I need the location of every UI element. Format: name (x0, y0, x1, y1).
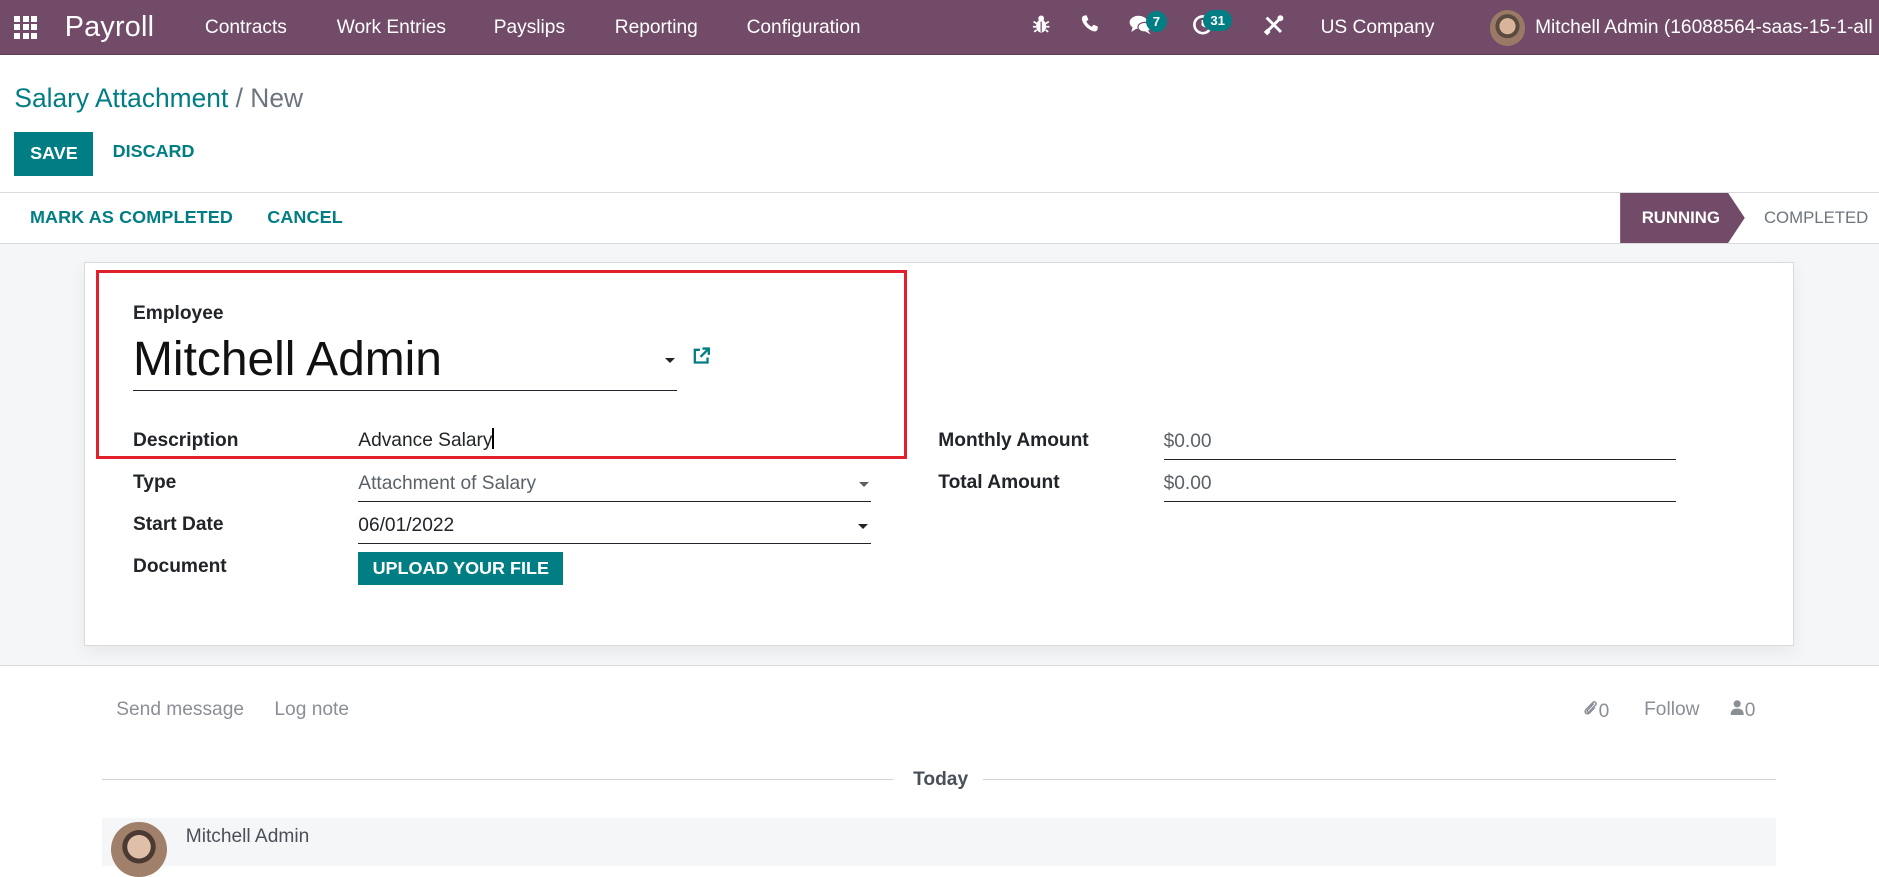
menu-contracts[interactable]: Contracts (205, 17, 287, 39)
breadcrumb: Salary Attachment / New (14, 83, 303, 114)
attachments-count: 0 (1598, 700, 1610, 722)
total-amount-value: $0.00 (1163, 472, 1212, 494)
description-input[interactable]: Advance Salary (358, 427, 872, 459)
status-bar: MARK AS COMPLETED CANCEL RUNNING COMPLET… (0, 191, 1879, 245)
breadcrumb-separator: / (235, 82, 243, 113)
monthly-amount-value: $0.00 (1163, 430, 1212, 452)
employee-field[interactable]: Mitchell Admin (133, 331, 678, 391)
user-avatar[interactable] (1489, 9, 1526, 46)
employee-label: Employee (133, 303, 224, 325)
date-separator: Today (913, 769, 969, 791)
follow-button[interactable]: Follow (1644, 699, 1699, 721)
document-label: Document (133, 556, 227, 578)
paperclip-icon (1582, 700, 1599, 722)
messages-count-badge: 7 (1145, 10, 1168, 33)
breadcrumb-salary-attachment[interactable]: Salary Attachment (14, 83, 228, 113)
monthly-amount-input[interactable]: $0.00 (1163, 428, 1677, 461)
external-link-icon[interactable] (691, 346, 711, 366)
bug-icon[interactable] (1031, 14, 1051, 42)
menu-payslips[interactable]: Payslips (494, 17, 565, 39)
mark-as-completed-button[interactable]: MARK AS COMPLETED (30, 207, 233, 228)
date-separator-line-right (982, 778, 1776, 781)
monthly-amount-label: Monthly Amount (938, 430, 1089, 452)
start-date-label: Start Date (133, 514, 224, 536)
menu-configuration[interactable]: Configuration (747, 17, 861, 39)
total-amount-input[interactable]: $0.00 (1163, 470, 1677, 503)
app-brand[interactable]: Payroll (65, 11, 155, 44)
type-label: Type (133, 472, 177, 494)
company-switcher[interactable]: US Company (1321, 17, 1435, 39)
employee-value: Mitchell Admin (133, 332, 442, 386)
description-value: Advance Salary (358, 429, 493, 451)
total-amount-label: Total Amount (938, 472, 1060, 494)
user-menu[interactable]: Mitchell Admin (16088564-saas-15-1-all (1535, 17, 1873, 39)
breadcrumb-current: New (250, 82, 304, 113)
employee-dropdown-icon[interactable] (665, 358, 676, 364)
attachments-button[interactable]: 0 (1582, 699, 1609, 723)
menu-work-entries[interactable]: Work Entries (337, 17, 446, 39)
stage-completed[interactable]: COMPLETED (1764, 208, 1868, 228)
description-label: Description (133, 430, 239, 452)
date-separator-line-left (101, 778, 893, 781)
cancel-button[interactable]: CANCEL (267, 207, 343, 228)
chatter-message (101, 818, 1776, 867)
message-author[interactable]: Mitchell Admin (186, 826, 310, 848)
activities-count-badge: 31 (1203, 9, 1233, 32)
upload-file-button[interactable]: UPLOAD YOUR FILE (358, 552, 564, 585)
type-value: Attachment of Salary (358, 472, 537, 494)
send-message-button[interactable]: Send message (116, 699, 244, 721)
phone-icon[interactable] (1080, 14, 1099, 41)
menu-reporting[interactable]: Reporting (615, 17, 698, 39)
followers-button[interactable]: 0 (1730, 699, 1755, 722)
followers-count: 0 (1744, 699, 1756, 721)
save-button[interactable]: SAVE (14, 131, 94, 177)
start-date-dropdown-icon[interactable] (858, 523, 868, 529)
discard-button[interactable]: DISCARD (113, 141, 195, 162)
apps-grid-icon[interactable] (14, 15, 40, 40)
user-icon (1730, 699, 1745, 720)
log-note-button[interactable]: Log note (274, 699, 349, 721)
tools-icon[interactable] (1263, 14, 1285, 43)
type-select[interactable]: Attachment of Salary (358, 470, 872, 503)
start-date-value: 06/01/2022 (358, 514, 455, 536)
text-cursor (492, 427, 494, 450)
top-navbar: Payroll Contracts Work Entries Payslips … (0, 0, 1879, 56)
start-date-input[interactable]: 06/01/2022 (358, 512, 872, 545)
message-author-avatar[interactable] (111, 822, 167, 877)
stage-running[interactable]: RUNNING (1620, 192, 1745, 244)
type-dropdown-icon[interactable] (859, 481, 870, 487)
